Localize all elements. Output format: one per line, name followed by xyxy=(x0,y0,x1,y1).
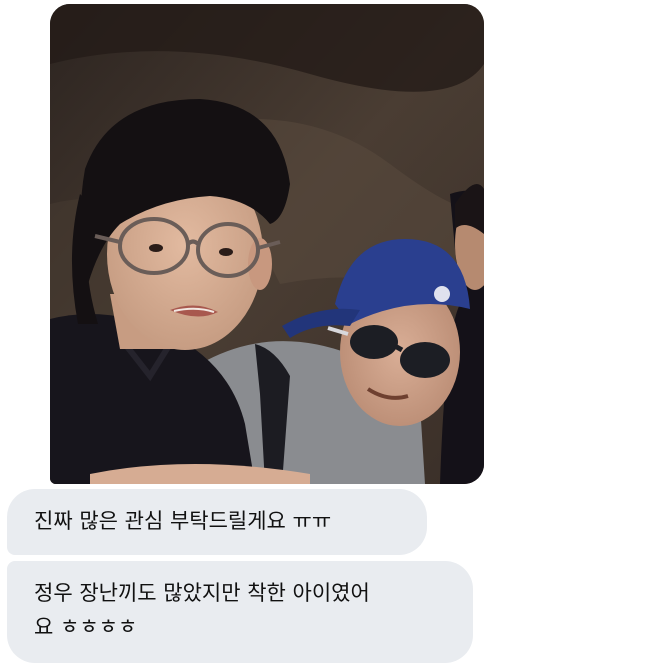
chat-thread: 진짜 많은 관심 부탁드릴게요 ㅠㅠ 정우 장난끼도 많았지만 착한 아이였어 … xyxy=(0,0,645,668)
photo-of-two-boys-icon xyxy=(50,4,484,484)
photo-message[interactable] xyxy=(50,4,484,484)
message-bubble[interactable]: 진짜 많은 관심 부탁드릴게요 ㅠㅠ xyxy=(7,489,427,555)
message-bubble[interactable]: 정우 장난끼도 많았지만 착한 아이였어 요 ㅎㅎㅎㅎ xyxy=(7,561,473,663)
